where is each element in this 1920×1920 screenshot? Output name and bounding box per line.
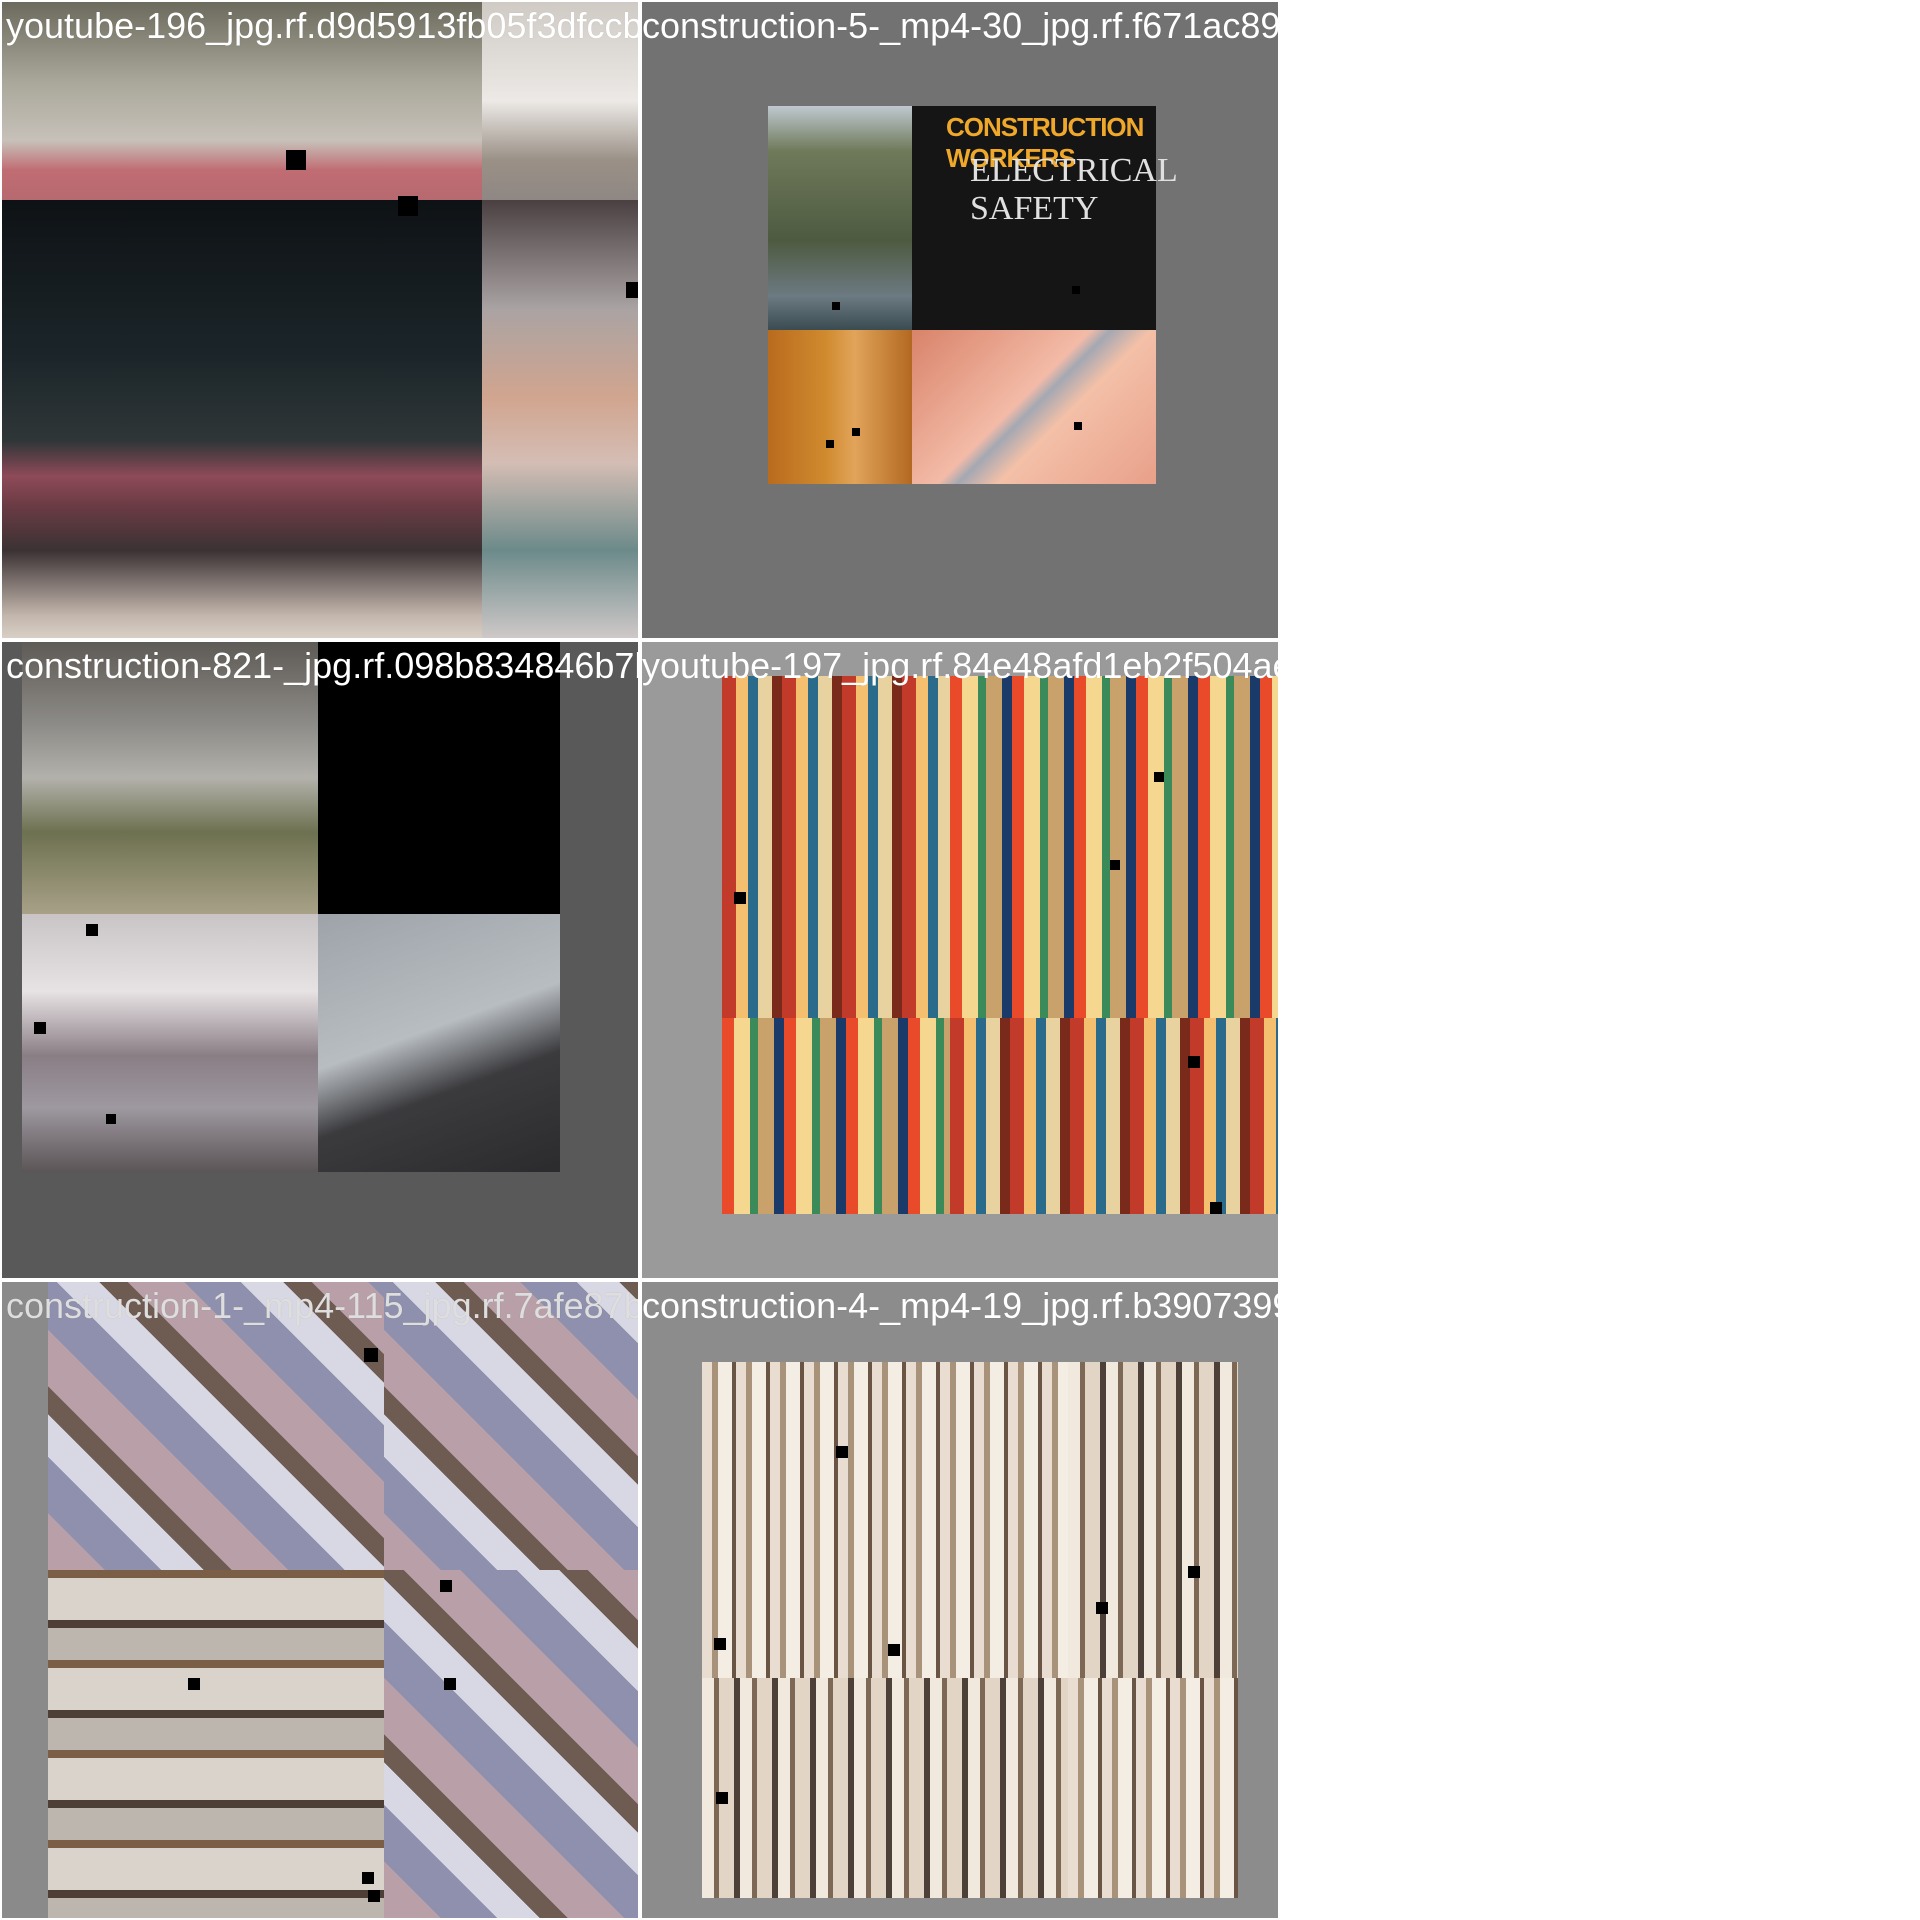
annotation-marker: [444, 1678, 456, 1690]
image-patch: [48, 1570, 384, 1918]
image-patch: [318, 914, 560, 1172]
annotation-marker: [852, 428, 860, 436]
annotation-marker: [1096, 1602, 1108, 1614]
image-patch: [722, 676, 950, 1018]
image-patch: [768, 330, 912, 484]
image-patch: [702, 1362, 1068, 1678]
annotation-marker: [734, 892, 746, 904]
annotation-marker: [1188, 1566, 1200, 1578]
annotation-marker: [1154, 772, 1164, 782]
annotation-marker: [626, 282, 638, 298]
mosaic-tile-4: youtube-197_jpg.rf.84e48afd1eb2f504aecfb: [642, 642, 1278, 1278]
sign-line-2: ELECTRICAL SAFETY: [970, 152, 1177, 227]
annotation-marker: [364, 1348, 378, 1362]
annotation-marker: [716, 1792, 728, 1804]
annotation-marker: [106, 1114, 116, 1124]
image-patch: [950, 676, 1278, 1018]
annotation-marker: [368, 1890, 380, 1902]
image-patch: [22, 914, 318, 1172]
annotation-marker: [1210, 1202, 1222, 1214]
annotation-marker: [86, 924, 98, 936]
annotation-marker: [1188, 1056, 1200, 1068]
image-patch: [912, 330, 1156, 484]
image-label: construction-821-_jpg.rf.098b834846b7be5: [6, 645, 638, 686]
image-patch: [2, 200, 482, 638]
mosaic-grid: [22, 642, 560, 1172]
annotation-marker: [1072, 286, 1080, 294]
image-patch: [1068, 1362, 1238, 1678]
mosaic-tile-5: construction-1-_mp4-115_jpg.rf.7afe87b72: [2, 1282, 638, 1918]
annotation-marker: [714, 1638, 726, 1650]
mosaic-grid: [722, 676, 1278, 1214]
annotation-marker: [888, 1644, 900, 1656]
image-patch: [482, 200, 638, 638]
image-label: construction-1-_mp4-115_jpg.rf.7afe87b72: [6, 1285, 638, 1326]
image-patch: [702, 1678, 1068, 1898]
sign-patch: CONSTRUCTION WORKERS ELECTRICAL SAFETY: [912, 106, 1177, 330]
annotation-marker: [398, 196, 418, 216]
annotation-marker: [826, 440, 834, 448]
annotation-marker: [440, 1580, 452, 1592]
image-patch: [1068, 1678, 1238, 1898]
annotation-marker: [362, 1872, 374, 1884]
image-patch: [722, 1018, 950, 1214]
image-label: youtube-197_jpg.rf.84e48afd1eb2f504aecfb: [642, 645, 1278, 686]
annotation-marker: [832, 302, 840, 310]
annotation-marker: [286, 150, 306, 170]
mosaic-grid: [702, 1362, 1238, 1898]
mosaic-grid: [48, 1282, 638, 1918]
annotation-marker: [836, 1446, 848, 1458]
mosaic-tile-2: CONSTRUCTION WORKERS ELECTRICAL SAFETY c…: [642, 2, 1278, 638]
annotation-marker: [1110, 860, 1120, 870]
image-patch: [384, 1570, 638, 1918]
image-label: youtube-196_jpg.rf.d9d5913fb05f3dfccbc17…: [6, 5, 638, 46]
image-label: construction-4-_mp4-19_jpg.rf.b39073990b: [642, 1285, 1278, 1326]
mosaic-tile-6: construction-4-_mp4-19_jpg.rf.b39073990b: [642, 1282, 1278, 1918]
image-patch: [768, 106, 912, 330]
annotation-marker: [34, 1022, 46, 1034]
mosaic-grid: [2, 2, 638, 638]
mosaic-tile-3: construction-821-_jpg.rf.098b834846b7be5: [2, 642, 638, 1278]
image-patch: [950, 1018, 1278, 1214]
annotation-marker: [1074, 422, 1082, 430]
image-label: construction-5-_mp4-30_jpg.rf.f671ac8915: [642, 5, 1278, 46]
annotation-marker: [188, 1678, 200, 1690]
mosaic-tile-1: youtube-196_jpg.rf.d9d5913fb05f3dfccbc17…: [2, 2, 638, 638]
